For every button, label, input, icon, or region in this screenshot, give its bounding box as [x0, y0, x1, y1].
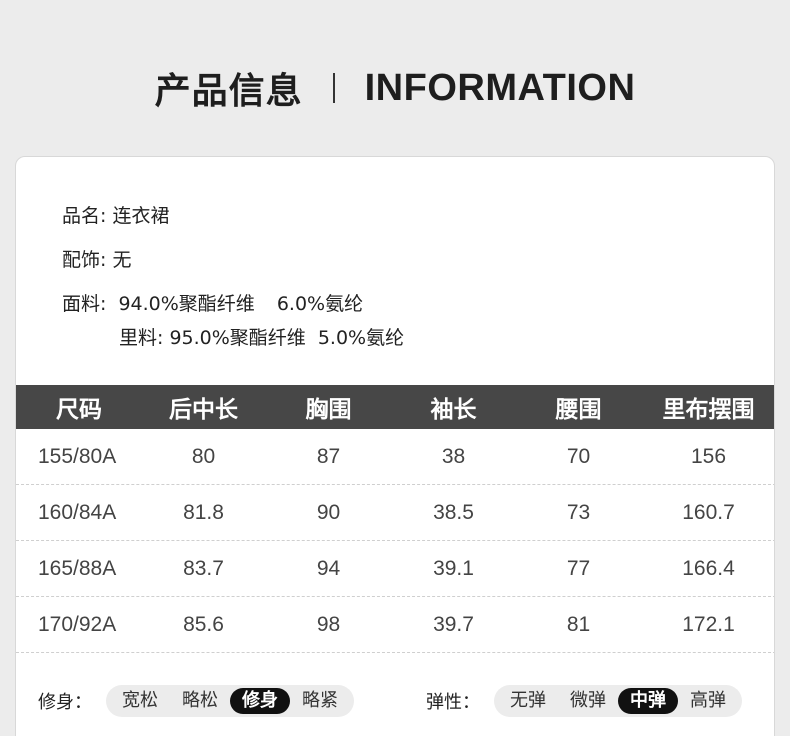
cell-lining-hem: 172.1 — [682, 612, 735, 636]
fit-option-slightly-loose[interactable]: 略松 — [170, 688, 230, 714]
elasticity-selector: 弹性： 无弹 微弹 中弹 高弹 — [426, 684, 742, 718]
cell-lining-hem: 160.7 — [682, 500, 735, 524]
cell-back-length: 83.7 — [183, 556, 224, 580]
lining-line: 里料: 95.0%聚酯纤维 5.0%氨纶 — [119, 323, 404, 350]
title-en: INFORMATION — [364, 66, 636, 109]
elasticity-option-slight[interactable]: 微弹 — [558, 688, 618, 714]
header-size: 尺码 — [56, 397, 102, 423]
header-back-length: 后中长 — [169, 397, 238, 423]
table-row: 170/92A 85.6 98 39.7 81 172.1 — [16, 597, 774, 653]
product-accessory: 配饰: 无 — [62, 249, 132, 271]
fit-option-loose[interactable]: 宽松 — [110, 688, 170, 714]
cell-waist: 73 — [566, 500, 591, 524]
cell-waist: 70 — [566, 444, 591, 468]
size-table-header: 尺码 后中长 胸围 袖长 腰围 里布摆围 — [16, 385, 774, 429]
fit-label: 修身： — [38, 692, 92, 713]
cell-lining-hem: 156 — [690, 444, 727, 468]
cell-size: 165/88A — [38, 556, 117, 580]
cell-bust: 94 — [316, 556, 341, 580]
table-row: 165/88A 83.7 94 39.1 77 166.4 — [16, 541, 774, 597]
cell-back-length: 81.8 — [183, 500, 224, 524]
fit-options: 宽松 略松 修身 略紧 — [106, 685, 354, 717]
cell-sleeve: 38 — [441, 444, 466, 468]
elasticity-option-medium[interactable]: 中弹 — [618, 688, 678, 714]
fit-option-slightly-tight[interactable]: 略紧 — [290, 688, 350, 714]
fabric-label: 面料: — [62, 293, 107, 315]
cell-back-length: 80 — [191, 444, 216, 468]
table-row: 155/80A 80 87 38 70 156 — [16, 429, 774, 485]
lining-label: 里料: — [119, 327, 164, 349]
title-divider — [332, 73, 335, 103]
cell-back-length: 85.6 — [183, 612, 224, 636]
cell-bust: 90 — [316, 500, 341, 524]
elasticity-option-high[interactable]: 高弹 — [678, 688, 738, 714]
lining-1: 95.0%聚酯纤维 — [169, 327, 306, 349]
fabric-line: 面料: 94.0%聚酯纤维 6.0%氨纶 — [62, 289, 363, 316]
header-bust: 胸围 — [305, 397, 352, 423]
product-name: 品名: 连衣裙 — [62, 205, 170, 227]
cell-size: 155/80A — [38, 444, 117, 468]
size-table: 尺码 后中长 胸围 袖长 腰围 里布摆围 155/80A 80 87 38 70… — [16, 385, 774, 653]
cell-size: 170/92A — [38, 612, 117, 636]
header-sleeve: 袖长 — [430, 397, 477, 423]
cell-lining-hem: 166.4 — [682, 556, 735, 580]
cell-sleeve: 39.1 — [433, 556, 474, 580]
fabric-2: 6.0%氨纶 — [276, 293, 364, 315]
header-lining-hem: 里布摆围 — [662, 397, 755, 423]
cell-waist: 81 — [566, 612, 591, 636]
elasticity-option-none[interactable]: 无弹 — [498, 688, 558, 714]
cell-waist: 77 — [566, 556, 591, 580]
info-card: 品名: 连衣裙 配饰: 无 面料: 94.0%聚酯纤维 6.0%氨纶 里料: 95… — [15, 156, 775, 736]
cell-size: 160/84A — [38, 500, 117, 524]
fabric-1: 94.0%聚酯纤维 — [118, 293, 255, 315]
cell-sleeve: 38.5 — [433, 500, 474, 524]
page-header: 产品信息 INFORMATION — [0, 60, 790, 116]
title-cn: 产品信息 — [154, 71, 303, 112]
elasticity-options: 无弹 微弹 中弹 高弹 — [494, 685, 742, 717]
cell-bust: 87 — [316, 444, 341, 468]
cell-bust: 98 — [316, 612, 341, 636]
fit-option-slim[interactable]: 修身 — [230, 688, 290, 714]
cell-sleeve: 39.7 — [433, 612, 474, 636]
fit-selector: 修身： 宽松 略松 修身 略紧 — [38, 684, 354, 718]
elasticity-label: 弹性： — [426, 692, 480, 713]
lining-2: 5.0%氨纶 — [317, 327, 405, 349]
table-row: 160/84A 81.8 90 38.5 73 160.7 — [16, 485, 774, 541]
header-waist: 腰围 — [555, 397, 602, 423]
